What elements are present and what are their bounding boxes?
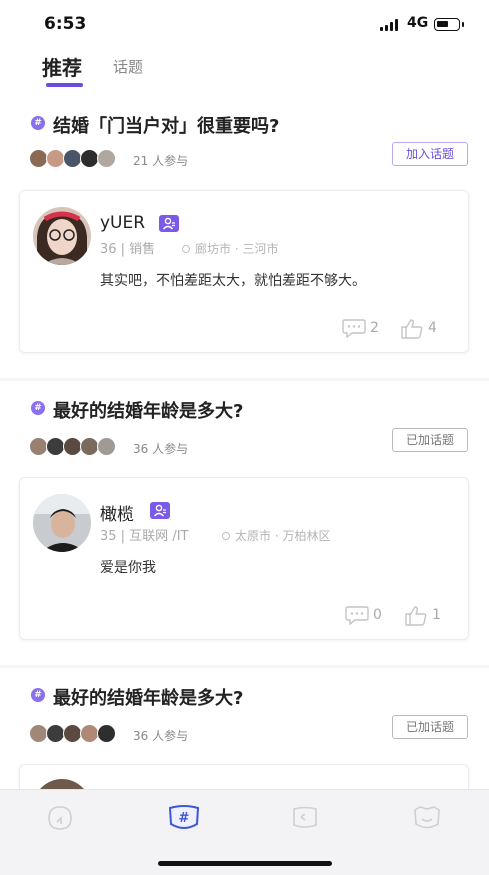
tab-bar-topics[interactable]: # xyxy=(167,804,201,832)
thumbs-up-icon xyxy=(401,319,423,339)
comment-count: 2 xyxy=(370,320,379,336)
topic-section: # 最好的结婚年龄是多大? 36 人参与 已加话题 xyxy=(0,668,489,789)
author-location: 廊坊市 · 三河市 xyxy=(182,240,278,257)
location-icon xyxy=(222,532,230,540)
like-button[interactable]: 1 xyxy=(404,605,444,626)
participant-count: 36 人参与 xyxy=(133,729,189,743)
like-button[interactable]: 4 xyxy=(400,318,440,339)
topic-section: # 结婚「门当户对」很重要吗? 21 人参与 加入话题 yUER 36 | 销售… xyxy=(0,94,489,378)
post-card[interactable]: 橄榄 35 | 互联网 /IT 太原市 · 万柏林区 爱是你我 0 1 xyxy=(19,477,469,640)
thumbs-up-icon xyxy=(405,606,427,626)
feed[interactable]: # 结婚「门当户对」很重要吗? 21 人参与 加入话题 yUER 36 | 销售… xyxy=(0,94,489,789)
topic-hash-icon: # xyxy=(31,688,45,702)
comment-icon xyxy=(342,319,366,338)
avatar[interactable] xyxy=(33,779,91,789)
topic-hash-icon: # xyxy=(168,805,200,829)
comment-icon xyxy=(345,606,369,625)
author-age-job: 35 | 互联网 /IT xyxy=(100,529,189,544)
avatar[interactable] xyxy=(33,494,91,552)
topic-section: # 最好的结婚年龄是多大? 36 人参与 已加话题 橄榄 35 | 互联网 /I… xyxy=(0,381,489,665)
like-count: 4 xyxy=(428,320,437,336)
author-name[interactable]: 橄榄 xyxy=(100,500,134,525)
tab-bar-profile[interactable] xyxy=(412,804,442,832)
post-text: 其实吧，不怕差距太大，就怕差距不够大。 xyxy=(100,273,366,289)
comment-button[interactable]: 2 xyxy=(342,318,382,338)
topic-title[interactable]: 最好的结婚年龄是多大? xyxy=(53,397,243,423)
avatar xyxy=(97,724,116,743)
avatar xyxy=(97,437,116,456)
post-card[interactable] xyxy=(19,764,469,789)
status-time: 6:53 xyxy=(44,14,87,34)
author-location: 太原市 · 万柏林区 xyxy=(222,527,330,544)
comment-count: 0 xyxy=(373,607,382,623)
active-tab-indicator xyxy=(46,83,83,87)
tab-bar-home[interactable] xyxy=(45,804,75,832)
svg-text:#: # xyxy=(179,811,190,826)
post-card[interactable]: yUER 36 | 销售 廊坊市 · 三河市 其实吧，不怕差距太大，就怕差距不够… xyxy=(19,190,469,353)
profile-face-icon xyxy=(414,806,440,829)
topic-title[interactable]: 结婚「门当户对」很重要吗? xyxy=(53,112,279,138)
tab-topics[interactable]: 话题 xyxy=(113,56,143,77)
join-topic-button[interactable]: 加入话题 xyxy=(392,142,468,166)
avatar[interactable] xyxy=(33,207,91,265)
participant-count: 36 人参与 xyxy=(133,442,189,456)
topic-hash-icon: # xyxy=(31,116,45,130)
topic-title[interactable]: 最好的结婚年龄是多大? xyxy=(53,684,243,710)
location-icon xyxy=(182,245,190,253)
message-icon xyxy=(293,806,317,828)
verified-badge-icon xyxy=(150,502,170,519)
post-text: 爱是你我 xyxy=(100,560,156,576)
status-bar: 6:53 4G xyxy=(0,0,489,46)
comment-button[interactable]: 0 xyxy=(345,605,385,625)
joined-topic-button[interactable]: 已加话题 xyxy=(392,715,468,739)
signal-icon xyxy=(380,19,400,31)
topic-hash-icon: # xyxy=(31,401,45,415)
author-age-job: 36 | 销售 xyxy=(100,242,156,257)
joined-topic-button[interactable]: 已加话题 xyxy=(392,428,468,452)
home-indicator xyxy=(158,861,332,866)
battery-icon xyxy=(434,18,464,31)
avatar xyxy=(97,149,116,168)
battery-level xyxy=(437,21,448,27)
tab-recommend[interactable]: 推荐 xyxy=(42,52,82,81)
network-type: 4G xyxy=(407,15,429,31)
header-tabs: 推荐 话题 xyxy=(0,46,489,94)
verified-badge-icon xyxy=(159,215,179,232)
home-icon xyxy=(48,806,72,830)
author-name[interactable]: yUER xyxy=(100,213,145,233)
tab-bar-messages[interactable] xyxy=(290,804,320,832)
like-count: 1 xyxy=(432,607,441,623)
participant-count: 21 人参与 xyxy=(133,154,189,168)
